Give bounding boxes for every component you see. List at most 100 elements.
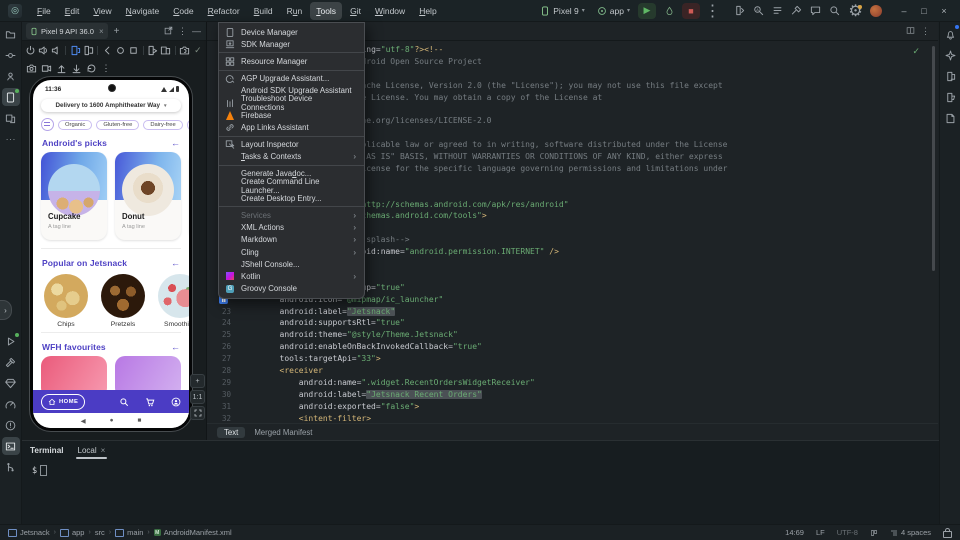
snack-circle-chips[interactable]: Chips — [43, 274, 89, 328]
tool-commit-button[interactable] — [2, 46, 20, 64]
android-home-button[interactable]: ● — [110, 417, 114, 424]
code-line-27[interactable]: 27 tools:targetApi="33"> — [207, 353, 928, 365]
code-line-25[interactable]: 25 android:theme="@style/Theme.Jetsnack" — [207, 329, 928, 341]
device-tab-pixel9[interactable]: Pixel 9 API 36.0 × — [26, 23, 108, 39]
stop-button[interactable]: ■ — [682, 3, 700, 19]
write-access-unlock-icon[interactable] — [943, 531, 952, 538]
code-line-26[interactable]: 26 android:enableOnBackInvokedCallback="… — [207, 341, 928, 353]
code-line-31[interactable]: 31 android:exported="false"> — [207, 401, 928, 413]
tool-terminal-button[interactable] — [2, 437, 20, 455]
fold-in-icon[interactable] — [69, 44, 81, 57]
code-line-28[interactable]: 28 <receiver — [207, 365, 928, 377]
menu-item-troubleshoot-device-connections[interactable]: Troubleshoot Device Connections — [219, 97, 364, 109]
tool-profiler-button[interactable] — [2, 395, 20, 413]
upload-icon[interactable] — [54, 62, 68, 75]
fold-out-icon[interactable] — [82, 44, 94, 57]
editor-options-kebab-icon[interactable]: ⋮ — [921, 26, 930, 37]
device-screen[interactable]: 11:36 Delivery to 1600 Amphitheater Way … — [33, 80, 189, 428]
tool-app-quality-insights-button[interactable] — [941, 109, 959, 127]
menu-item-groovy-console[interactable]: GGroovy Console — [219, 283, 364, 295]
nav-home-icon[interactable] — [114, 44, 126, 57]
code-line-23[interactable]: 23 android:label="Jetsnack" — [207, 306, 928, 318]
nav-search-icon[interactable] — [119, 397, 129, 407]
close-tab-icon[interactable]: × — [99, 27, 104, 36]
filter-icon[interactable] — [41, 118, 54, 131]
caret-position-widget[interactable]: 14:69 — [785, 528, 804, 537]
menu-item-kotlin[interactable]: Kotlin› — [219, 270, 364, 282]
tool-build-button[interactable] — [2, 353, 20, 371]
menu-window[interactable]: Window — [369, 2, 411, 20]
device-pair-icon[interactable] — [731, 3, 748, 19]
menu-build[interactable]: Build — [248, 2, 279, 20]
close-button[interactable]: × — [934, 2, 954, 20]
editor-scrollbar[interactable] — [932, 46, 935, 271]
menu-item-tasks-contexts[interactable]: Tasks & Contexts› — [219, 151, 364, 163]
tool-gemini-assistant-button[interactable] — [941, 46, 959, 64]
column-mode-icon[interactable] — [870, 529, 878, 537]
device-mirror-icon[interactable] — [147, 44, 159, 57]
manifest-tab-text[interactable]: Text — [217, 427, 245, 438]
menu-tools[interactable]: Tools — [310, 2, 342, 20]
menu-item-create-desktop-entry[interactable]: Create Desktop Entry... — [219, 192, 364, 204]
menu-item-agp-upgrade-assistant[interactable]: AGP Upgrade Assistant... — [219, 73, 364, 85]
manifest-tab-merged-manifest[interactable]: Merged Manifest — [247, 427, 319, 438]
inspections-ok-icon[interactable]: ✓ — [912, 46, 920, 57]
tool-logcat-button[interactable] — [941, 88, 959, 106]
menu-item-layout-inspector[interactable]: Layout Inspector — [219, 139, 364, 151]
minimize-button[interactable]: – — [894, 2, 914, 20]
breadcrumb-androidmanifest-xml[interactable]: MAndroidManifest.xml — [154, 528, 232, 537]
breadcrumb-src[interactable]: src — [95, 528, 105, 537]
ai-assistant-icon[interactable] — [807, 3, 824, 19]
menu-refactor[interactable]: Refactor — [202, 2, 246, 20]
menu-edit[interactable]: Edit — [59, 2, 86, 20]
menu-code[interactable]: Code — [167, 2, 199, 20]
snack-circle-smoothies[interactable]: Smoothies — [157, 274, 189, 328]
screen-record-icon[interactable] — [39, 62, 53, 75]
menu-item-device-manager[interactable]: Device Manager — [219, 26, 364, 38]
panel-options-kebab-icon[interactable]: ⋮ — [178, 26, 187, 37]
zoom-in-button[interactable]: + — [190, 374, 205, 388]
delivery-address-pill[interactable]: Delivery to 1600 Amphitheater Way ▾ — [41, 99, 181, 112]
hide-panel-icon[interactable]: — — [192, 26, 201, 37]
filter-chip-gluten-free[interactable]: Gluten-free — [96, 120, 139, 130]
power-icon[interactable] — [24, 44, 36, 57]
build-tools-icon[interactable] — [788, 3, 805, 19]
menu-item-markdown[interactable]: Markdown› — [219, 234, 364, 246]
close-tab-icon[interactable]: × — [101, 446, 106, 455]
run-button[interactable]: ▶ — [638, 3, 656, 19]
menu-git[interactable]: Git — [344, 2, 367, 20]
tool-problems-button[interactable] — [2, 416, 20, 434]
menu-run[interactable]: Run — [281, 2, 309, 20]
nav-cart-icon[interactable] — [145, 397, 155, 407]
menu-item-resource-manager[interactable]: Resource Manager — [219, 55, 364, 67]
reset-icon[interactable] — [84, 62, 98, 75]
breadcrumb-app[interactable]: app — [60, 528, 85, 537]
menu-item-firebase[interactable]: Firebase — [219, 109, 364, 121]
menu-item-create-command-line-launcher[interactable]: Create Command Line Launcher... — [219, 180, 364, 192]
run-configuration-selector[interactable]: app ▾ — [593, 4, 634, 18]
open-in-window-icon[interactable] — [164, 26, 173, 37]
settings-gear-icon[interactable]: ⚙ — [847, 3, 864, 19]
terminal-tab-local[interactable]: Local × — [76, 441, 108, 459]
nav-home-button[interactable]: HOME — [41, 394, 85, 410]
tool-version-control-button[interactable] — [2, 458, 20, 476]
indent-widget[interactable]: 4 spaces — [890, 528, 931, 537]
code-line-30[interactable]: 30 android:label="Jetsnack Recent Orders… — [207, 389, 928, 401]
filter-chip-organic[interactable]: Organic — [58, 120, 92, 130]
tool-running-devices-button[interactable] — [2, 88, 20, 106]
tool-device-explorer-button[interactable] — [941, 67, 959, 85]
tool-gemini-button[interactable] — [2, 374, 20, 392]
user-avatar[interactable] — [870, 5, 882, 17]
maximize-button[interactable]: □ — [914, 2, 934, 20]
device-selector[interactable]: Pixel 9 ▾ — [536, 4, 589, 18]
tool-run-button[interactable] — [2, 332, 20, 350]
download-icon[interactable] — [69, 62, 83, 75]
nav-overview-icon[interactable] — [128, 44, 140, 57]
snapshot-settings-icon[interactable] — [179, 44, 191, 57]
menu-item-jshell-console[interactable]: JShell Console... — [219, 258, 364, 270]
check-icon[interactable]: ✓ — [192, 44, 204, 57]
more-actions-kebab-icon[interactable]: ⋮ — [704, 3, 721, 19]
menu-item-xml-actions[interactable]: XML Actions› — [219, 222, 364, 234]
arrow-icon[interactable]: ← — [171, 258, 180, 268]
encoding-widget[interactable]: UTF-8 — [837, 528, 858, 537]
